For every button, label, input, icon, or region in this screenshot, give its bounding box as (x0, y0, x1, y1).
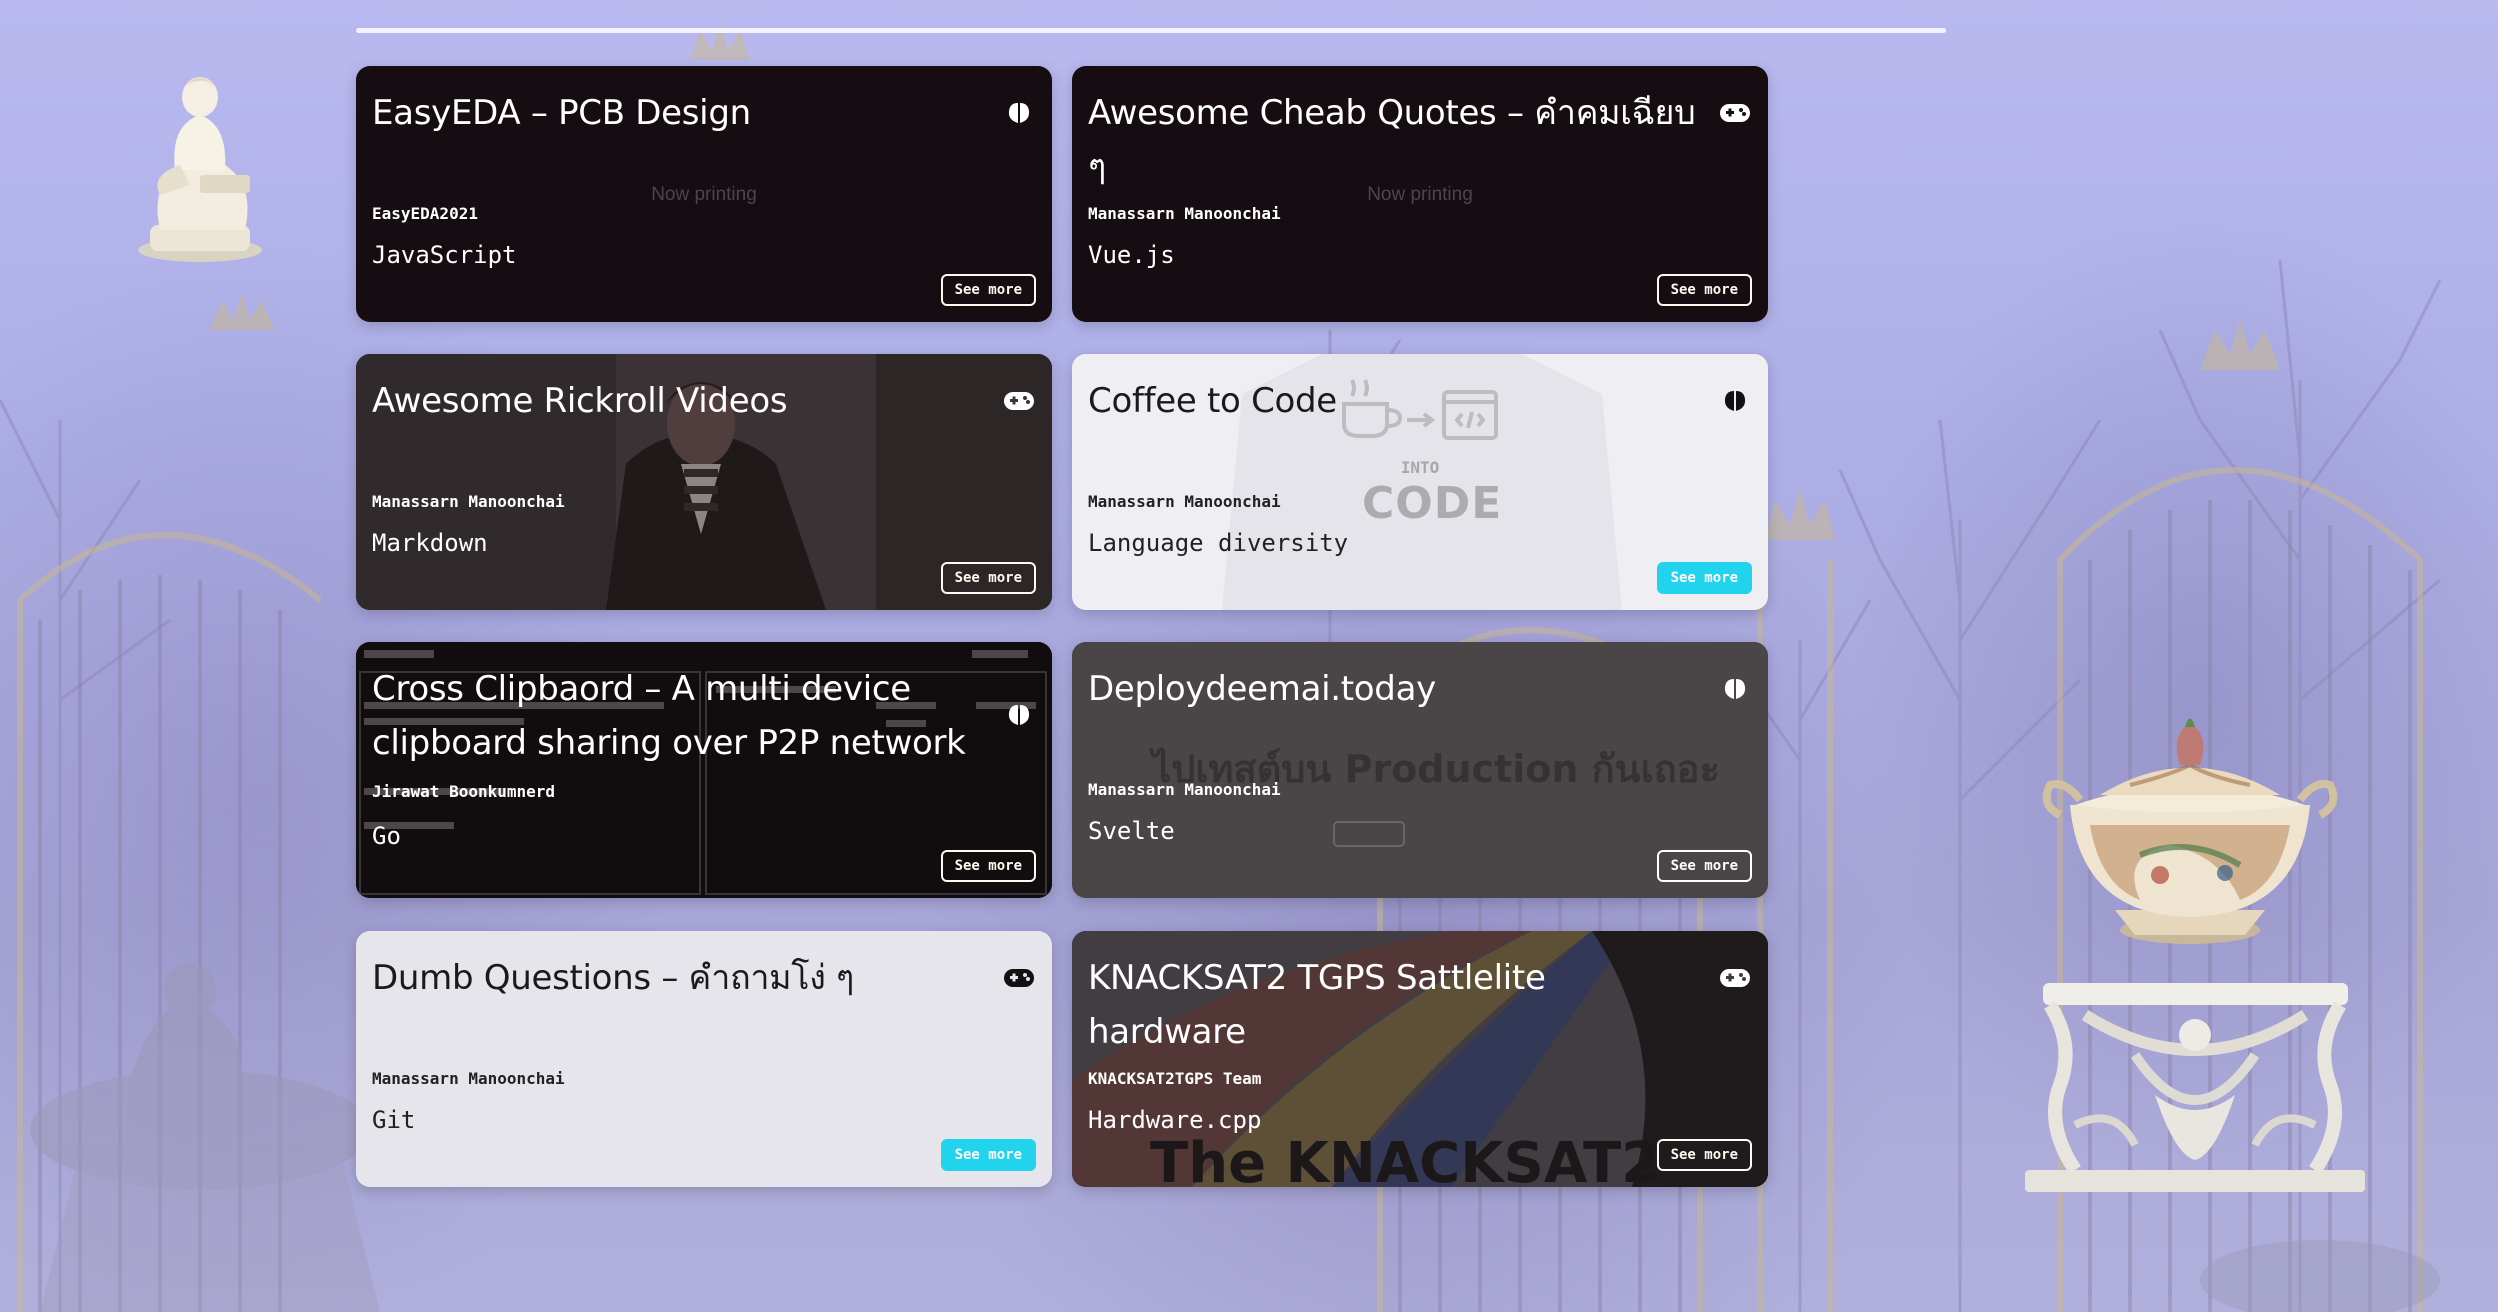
into-text: INTO (1400, 458, 1440, 477)
see-more-button[interactable]: See more (940, 562, 1036, 594)
project-card-cross-clipboard[interactable]: Cross Clipbaord – A multi device clipboa… (356, 642, 1052, 898)
porcelain-figurine-image (130, 45, 280, 265)
project-card-deploydeemai[interactable]: ไปเทสต์บน Production กันเถอะ Deploydeema… (1072, 642, 1768, 898)
card-language: Svelte (1088, 817, 1175, 845)
gamepad-icon (1718, 961, 1752, 995)
card-author: Manassarn Manoonchai (1088, 204, 1281, 223)
card-author: Manassarn Manoonchai (372, 492, 565, 511)
card-language: JavaScript (372, 241, 517, 269)
see-more-button[interactable]: See more (1656, 562, 1752, 594)
see-more-button[interactable]: See more (940, 1139, 1036, 1171)
gamepad-icon (1002, 384, 1036, 418)
project-card-rickroll[interactable]: Awesome Rickroll Videos Manassarn Manoon… (356, 354, 1052, 610)
brain-icon (1002, 96, 1036, 130)
card-title: Awesome Rickroll Videos (372, 381, 788, 421)
knacksat-banner-text: The KNACKSAT2 (1150, 1131, 1661, 1187)
see-more-button[interactable]: See more (1656, 1139, 1752, 1171)
card-language: Markdown (372, 529, 488, 557)
card-language: Git (372, 1106, 416, 1134)
see-more-button[interactable]: See more (1656, 850, 1752, 882)
brain-icon (1002, 698, 1036, 732)
card-author: EasyEDA2021 (372, 204, 478, 223)
project-card-dumb-questions[interactable]: Dumb Questions – คำถามโง่ ๆ Manassarn Ma… (356, 931, 1052, 1187)
project-card-knacksat2[interactable]: The KNACKSAT2 KNACKSAT2 TGPS Sattlelite … (1072, 931, 1768, 1187)
card-title: Deploydeemai.today (1088, 669, 1436, 709)
card-author: Manassarn Manoonchai (1088, 492, 1281, 511)
now-printing-overlay: Now printing (651, 184, 757, 205)
card-author: Jirawat Boonkumnerd (372, 782, 556, 801)
card-title: EasyEDA – PCB Design (372, 93, 751, 133)
card-language: Language diversity (1088, 529, 1349, 557)
see-more-button[interactable]: See more (940, 850, 1036, 882)
brain-icon (1718, 384, 1752, 418)
card-title: KNACKSAT2 TGPS Sattlelite hardware (1088, 958, 1546, 1052)
card-title: Dumb Questions – คำถามโง่ ๆ (372, 958, 854, 998)
project-card-cheab-quotes[interactable]: Awesome Cheab Quotes – คำคมเฉียบ ๆ Now p… (1072, 66, 1768, 322)
rococo-console-table-image (2015, 975, 2375, 1205)
gamepad-icon (1718, 96, 1752, 130)
card-language: Hardware.cpp (1088, 1106, 1262, 1134)
card-language: Vue.js (1088, 241, 1175, 269)
project-card-coffee-to-code[interactable]: INTO CODE Coffee to Code Manassarn Manoo… (1072, 354, 1768, 610)
card-author: Manassarn Manoonchai (372, 1069, 565, 1088)
card-author: KNACKSAT2TGPS Team (1088, 1069, 1262, 1088)
see-more-button[interactable]: See more (1656, 274, 1752, 306)
gamepad-icon (1002, 961, 1036, 995)
code-text: CODE (1362, 478, 1503, 529)
card-title: Coffee to Code (1088, 381, 1337, 421)
card-author: Manassarn Manoonchai (1088, 780, 1281, 799)
see-more-button[interactable]: See more (940, 274, 1036, 306)
progress-line (356, 28, 1946, 33)
card-title: Cross Clipbaord – A multi device clipboa… (372, 669, 966, 763)
porcelain-tureen-image (2020, 705, 2360, 965)
project-card-easyeda[interactable]: EasyEDA – PCB Design Now printing EasyED… (356, 66, 1052, 322)
now-printing-overlay: Now printing (1367, 184, 1473, 205)
card-title: Awesome Cheab Quotes – คำคมเฉียบ ๆ (1088, 93, 1696, 187)
brain-icon (1718, 672, 1752, 706)
card-language: Go (372, 822, 401, 850)
